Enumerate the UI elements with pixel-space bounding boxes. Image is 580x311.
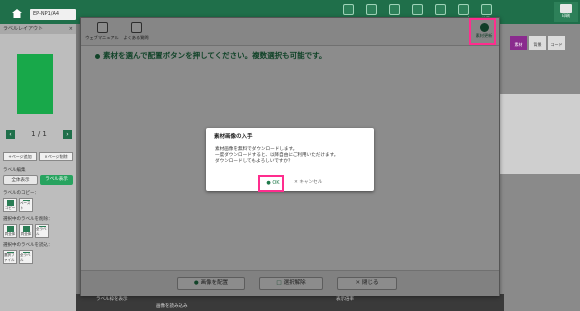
tab-background[interactable]: 背景 [529, 36, 546, 50]
delete-all-same-button[interactable]: 同全体 [19, 224, 33, 238]
print-button[interactable]: 印刷 [554, 2, 578, 22]
delete-page-button[interactable]: ×ページ削除 [39, 152, 73, 161]
material-panel: 素材 背景 コード [496, 24, 580, 311]
page-navigator: ‹ 1 / 1 › [4, 130, 74, 140]
printer-icon [560, 4, 572, 13]
copy-heading: ラベルのコピー： [3, 191, 39, 196]
label-frame-toggle[interactable]: ラベル枠を表示 [96, 296, 128, 302]
modal-title: 素材画像の入手 [214, 134, 253, 140]
read-heading: 選択中のラベルを読込： [3, 243, 53, 248]
modal-message: 素材画像を無料でダウンロードします。 一度ダウンロードすると、以降自由にご利用い… [215, 147, 339, 164]
help-icon [457, 4, 469, 15]
label-preview[interactable] [17, 54, 53, 114]
panel-header: ラベルレイアウト × [0, 24, 76, 34]
view-toggle: 全体表示 ラベル表示 [3, 175, 73, 185]
panel-close-icon[interactable]: × [69, 24, 73, 34]
next-page-button[interactable]: › [63, 130, 72, 139]
delete-same-button[interactable]: 同全体 [3, 224, 17, 238]
material-list[interactable] [496, 94, 580, 174]
read-buttons: 選択ファイル 全ラベル [3, 250, 37, 264]
document-icon [365, 4, 377, 15]
save-icon [342, 4, 354, 15]
home-icon[interactable] [12, 9, 22, 18]
page-buttons: +ページ追加 ×ページ削除 [3, 152, 73, 161]
label-layout-panel: ラベルレイアウト × ‹ 1 / 1 › +ページ追加 ×ページ削除 ラベル編集 … [0, 24, 76, 311]
exit-icon [480, 4, 492, 15]
add-page-button[interactable]: +ページ追加 [3, 152, 37, 161]
tab-code[interactable]: コード [548, 36, 565, 50]
delete-all-labels-button[interactable]: 全ラベル [35, 224, 49, 238]
export-icon [388, 4, 400, 15]
status-bar: ラベル枠を表示 画像を読み込み 表示倍率 [76, 294, 504, 311]
delete-heading: 選択中のラベルを削除： [3, 217, 53, 222]
document-tab[interactable]: EP-NP1/A4 [30, 9, 76, 20]
update-button-highlight [469, 18, 496, 45]
tab-material[interactable]: 素材 [510, 36, 527, 50]
layout-icon [411, 4, 423, 15]
read-selected-button[interactable]: 選択ファイル [3, 250, 17, 264]
load-image-text[interactable]: 画像を読み込み [156, 303, 188, 309]
zoom-label: 表示倍率 [336, 297, 354, 302]
copy-button[interactable]: コピー [3, 198, 17, 212]
read-all-button[interactable]: 全ラベル [19, 250, 33, 264]
copy-buttons: コピー ペースト [3, 198, 37, 212]
material-tabs: 素材 背景 コード [510, 36, 565, 50]
gear-icon [434, 4, 446, 15]
delete-buttons: 同全体 同全体 全ラベル [3, 224, 55, 238]
download-confirm-modal: 素材画像の入手 素材画像を無料でダウンロードします。 一度ダウンロードすると、以… [206, 128, 374, 191]
paste-button[interactable]: ペースト [19, 198, 33, 212]
show-label-button[interactable]: ラベル表示 [40, 175, 73, 185]
show-all-button[interactable]: 全体表示 [3, 175, 38, 185]
prev-page-button[interactable]: ‹ [6, 130, 15, 139]
cancel-button[interactable]: ✕ キャンセル [294, 178, 334, 188]
ok-button-highlight [258, 175, 284, 192]
page-indicator: 1 / 1 [31, 130, 47, 138]
label-edit-heading: ラベル編集 [3, 168, 26, 173]
